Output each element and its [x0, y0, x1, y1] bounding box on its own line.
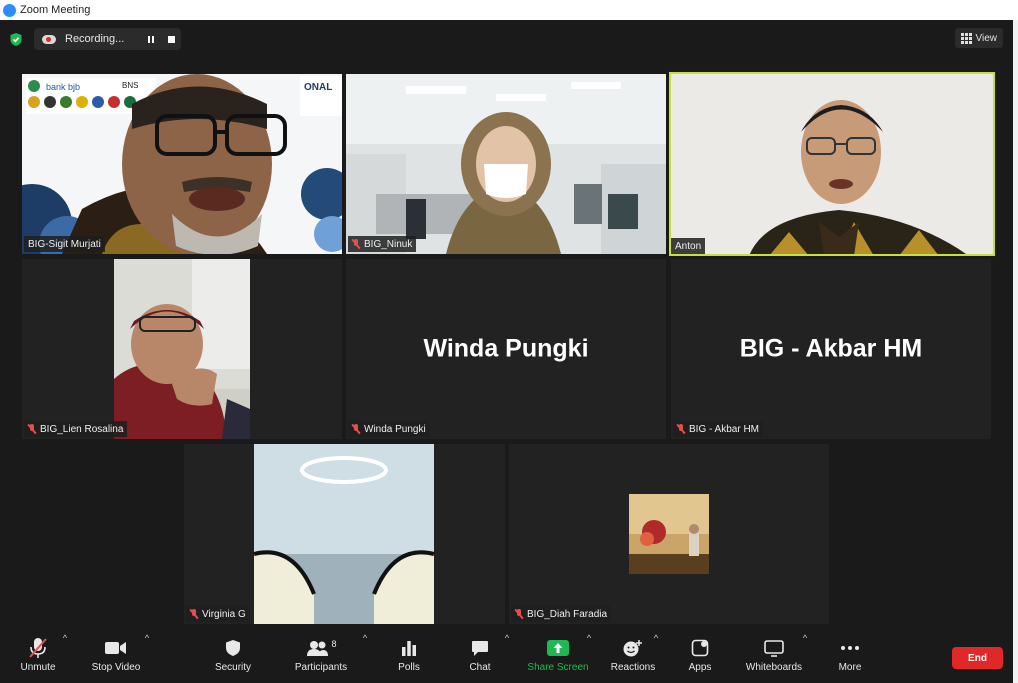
view-label: View — [975, 32, 998, 44]
participant-video — [509, 444, 829, 624]
whiteboard-icon — [764, 637, 784, 659]
unmute-label: Unmute — [20, 662, 56, 673]
window-titlebar: Zoom Meeting — [0, 0, 1018, 20]
participant-name-tag: Winda Pungki — [348, 421, 430, 437]
reactions-button[interactable]: Reactions — [598, 637, 668, 677]
sponsor-text: bank bjb — [46, 82, 80, 92]
recording-label: Recording... — [65, 33, 125, 45]
participant-name-tag: BIG - Akbar HM — [673, 421, 764, 437]
mic-muted-icon — [28, 424, 36, 434]
participant-name: BIG_Diah Faradia — [527, 608, 608, 620]
sponsor-text-2: BNS — [122, 81, 138, 90]
participant-name-tag: BIG_Lien Rosalina — [24, 421, 128, 437]
smiley-plus-icon — [622, 637, 644, 659]
participant-tile-winda[interactable]: Winda Pungki Winda Pungki — [346, 259, 666, 439]
chat-bubble-icon — [471, 637, 489, 659]
chat-button[interactable]: Chat — [445, 637, 515, 677]
apps-icon — [691, 637, 709, 659]
participant-name: Winda Pungki — [364, 423, 426, 435]
participant-video — [669, 72, 995, 256]
participants-icon: 8 — [305, 637, 337, 659]
participant-video — [22, 259, 342, 439]
whiteboards-button[interactable]: Whiteboards — [739, 637, 809, 677]
share-options-caret[interactable]: ^ — [584, 633, 594, 643]
apps-button[interactable]: Apps — [665, 637, 735, 677]
video-camera-icon — [105, 637, 127, 659]
more-dots-icon — [840, 637, 860, 659]
participant-name: BIG_Lien Rosalina — [40, 423, 124, 435]
polls-label: Polls — [398, 662, 420, 673]
participant-name-tag: BIG-Sigit Murjati — [24, 236, 105, 252]
whiteboards-options-caret[interactable]: ^ — [800, 633, 810, 643]
cloud-recording-icon — [42, 34, 56, 44]
participants-options-caret[interactable]: ^ — [360, 633, 370, 643]
stop-video-label: Stop Video — [91, 662, 141, 673]
participants-label: Participants — [294, 662, 348, 673]
more-label: More — [838, 662, 862, 673]
participant-name-tag: BIG_Ninuk — [348, 236, 417, 252]
chat-label: Chat — [469, 662, 491, 673]
participant-name: BIG-Sigit Murjati — [28, 238, 101, 250]
participant-tile-anton[interactable]: Anton — [669, 72, 995, 256]
meeting-window: Recording... View bank bjb BNS ONAL BIG-… — [0, 20, 1013, 683]
participant-tile-sigit[interactable]: bank bjb BNS ONAL BIG-Sigit Murjati — [22, 74, 342, 254]
end-meeting-button[interactable]: End — [952, 647, 1003, 669]
banner-text: ONAL — [304, 82, 332, 93]
mic-muted-icon — [677, 424, 685, 434]
share-screen-label: Share Screen — [527, 662, 589, 673]
pause-recording-button[interactable] — [141, 29, 161, 49]
participant-video: bank bjb BNS ONAL — [22, 74, 342, 254]
participant-tile-diah[interactable]: BIG_Diah Faradia — [509, 444, 829, 624]
participant-name-tag: Virginia G — [186, 606, 250, 622]
more-button[interactable]: More — [815, 637, 885, 677]
view-button[interactable]: View — [954, 28, 1003, 48]
chat-options-caret[interactable]: ^ — [502, 633, 512, 643]
whiteboards-label: Whiteboards — [745, 662, 803, 673]
participants-button[interactable]: 8 Participants — [286, 637, 356, 677]
mic-muted-icon — [352, 424, 360, 434]
window-edge — [1013, 20, 1018, 683]
participant-name: Anton — [675, 240, 702, 252]
participant-tile-virginia[interactable]: Virginia G — [184, 444, 505, 624]
participant-video — [346, 74, 666, 254]
audio-options-caret[interactable]: ^ — [60, 633, 70, 643]
reactions-options-caret[interactable]: ^ — [651, 633, 661, 643]
apps-label: Apps — [688, 662, 712, 673]
mic-muted-icon — [28, 637, 48, 659]
polls-icon — [401, 637, 417, 659]
participant-video — [184, 444, 505, 624]
stop-video-button[interactable]: Stop Video — [81, 637, 151, 677]
video-options-caret[interactable]: ^ — [142, 633, 152, 643]
stop-recording-button[interactable] — [161, 29, 181, 49]
participant-display-name: BIG - Akbar HM — [739, 334, 923, 363]
participant-name: BIG_Ninuk — [364, 238, 413, 250]
participant-tile-ninuk[interactable]: BIG_Ninuk — [346, 74, 666, 254]
participant-display-name: Winda Pungki — [423, 334, 589, 363]
mic-muted-icon — [515, 609, 523, 619]
participant-name-tag: BIG_Diah Faradia — [511, 606, 612, 622]
mic-muted-icon — [352, 239, 360, 249]
participant-name-tag: Anton — [671, 238, 706, 254]
participants-count: 8 — [331, 639, 337, 649]
participant-tile-akbar[interactable]: BIG - Akbar HM BIG - Akbar HM — [671, 259, 991, 439]
shield-icon — [225, 637, 241, 659]
mic-muted-icon — [190, 609, 198, 619]
zoom-logo-icon — [3, 3, 16, 17]
participant-tile-lien[interactable]: BIG_Lien Rosalina — [22, 259, 342, 439]
participant-name: BIG - Akbar HM — [689, 423, 760, 435]
security-status-icon[interactable] — [9, 28, 25, 50]
share-screen-button[interactable]: Share Screen — [523, 637, 593, 677]
grid-view-icon — [960, 32, 972, 44]
window-title: Zoom Meeting — [20, 4, 91, 16]
recording-indicator: Recording... — [34, 28, 181, 50]
polls-button[interactable]: Polls — [374, 637, 444, 677]
unmute-button[interactable]: Unmute — [3, 637, 73, 677]
participant-name: Virginia G — [202, 608, 246, 620]
security-label: Security — [214, 662, 252, 673]
reactions-label: Reactions — [610, 662, 656, 673]
share-screen-icon — [547, 637, 569, 659]
meeting-toolbar: Unmute ^ Stop Video ^ Security 8 Partici… — [0, 627, 1013, 683]
security-button[interactable]: Security — [198, 637, 268, 677]
